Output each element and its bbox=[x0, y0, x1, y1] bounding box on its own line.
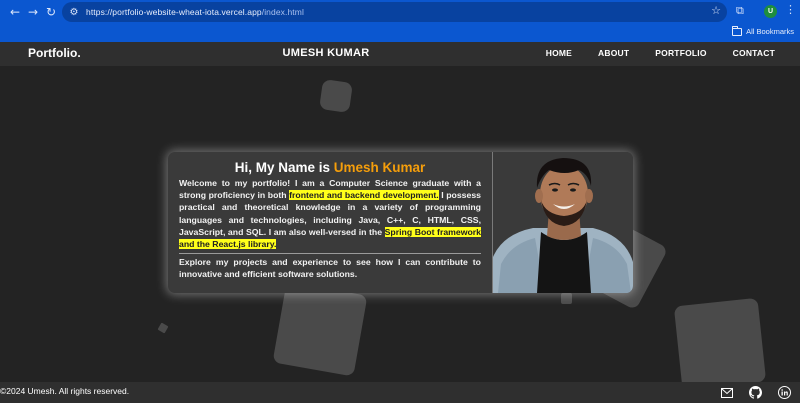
github-icon[interactable] bbox=[748, 385, 763, 400]
browser-chrome: ← → ↻ ⚙ https://portfolio-website-wheat-… bbox=[0, 0, 800, 42]
decorative-square bbox=[157, 322, 169, 334]
forward-arrow-icon[interactable]: → bbox=[24, 3, 42, 21]
extensions-icon[interactable]: ⧉ bbox=[736, 4, 750, 18]
highlight-dev: frontend and backend development. bbox=[289, 190, 439, 201]
profile-photo-illustration bbox=[493, 158, 633, 293]
bookmark-star-icon[interactable]: ☆ bbox=[711, 4, 721, 17]
text-divider bbox=[179, 253, 481, 255]
back-arrow-icon[interactable]: ← bbox=[6, 3, 24, 21]
site-info-icon[interactable]: ⚙ bbox=[66, 4, 82, 20]
reload-icon[interactable]: ↻ bbox=[42, 3, 60, 21]
bookmarks-bar: All Bookmarks bbox=[0, 24, 800, 42]
intro-paragraph: Welcome to my portfolio! I am a Computer… bbox=[179, 178, 481, 250]
decorative-square bbox=[561, 293, 572, 304]
address-bar[interactable]: ⚙ https://portfolio-website-wheat-iota.v… bbox=[62, 2, 727, 22]
nav-link-contact[interactable]: CONTACT bbox=[733, 48, 775, 58]
hero-section: Hi, My Name is Umesh Kumar Welcome to my… bbox=[0, 66, 800, 382]
browser-menu-icon[interactable]: ⋮ bbox=[785, 3, 796, 16]
nav-link-home[interactable]: HOME bbox=[546, 48, 572, 58]
folder-icon bbox=[732, 25, 743, 36]
explore-paragraph: Explore my projects and experience to se… bbox=[179, 257, 481, 280]
all-bookmarks-button[interactable]: All Bookmarks bbox=[732, 25, 794, 36]
all-bookmarks-label: All Bookmarks bbox=[746, 27, 794, 36]
site-navbar: Portfolio. UMESH KUMAR HOME ABOUT PORTFO… bbox=[0, 42, 800, 66]
profile-photo bbox=[493, 152, 633, 293]
decorative-square bbox=[319, 79, 353, 113]
linkedin-icon[interactable] bbox=[777, 385, 792, 400]
decorative-square bbox=[673, 297, 767, 382]
nav-link-about[interactable]: ABOUT bbox=[598, 48, 629, 58]
social-links bbox=[719, 385, 792, 400]
site-footer: ©2024 Umesh. All rights reserved. bbox=[0, 382, 800, 403]
nav-link-portfolio[interactable]: PORTFOLIO bbox=[655, 48, 706, 58]
intro-text-panel: Hi, My Name is Umesh Kumar Welcome to my… bbox=[168, 152, 493, 293]
greeting-name: Umesh Kumar bbox=[333, 160, 426, 175]
intro-card: Hi, My Name is Umesh Kumar Welcome to my… bbox=[168, 152, 633, 293]
profile-avatar[interactable]: U bbox=[764, 5, 777, 18]
toolbar: ← → ↻ ⚙ https://portfolio-website-wheat-… bbox=[0, 0, 800, 24]
decorative-square bbox=[272, 281, 368, 377]
url-text[interactable]: https://portfolio-website-wheat-iota.ver… bbox=[86, 7, 304, 17]
mail-icon[interactable] bbox=[719, 385, 734, 400]
greeting-heading: Hi, My Name is Umesh Kumar bbox=[234, 160, 426, 175]
copyright-text: ©2024 Umesh. All rights reserved. bbox=[0, 386, 130, 396]
nav-links: HOME ABOUT PORTFOLIO CONTACT bbox=[546, 48, 775, 58]
